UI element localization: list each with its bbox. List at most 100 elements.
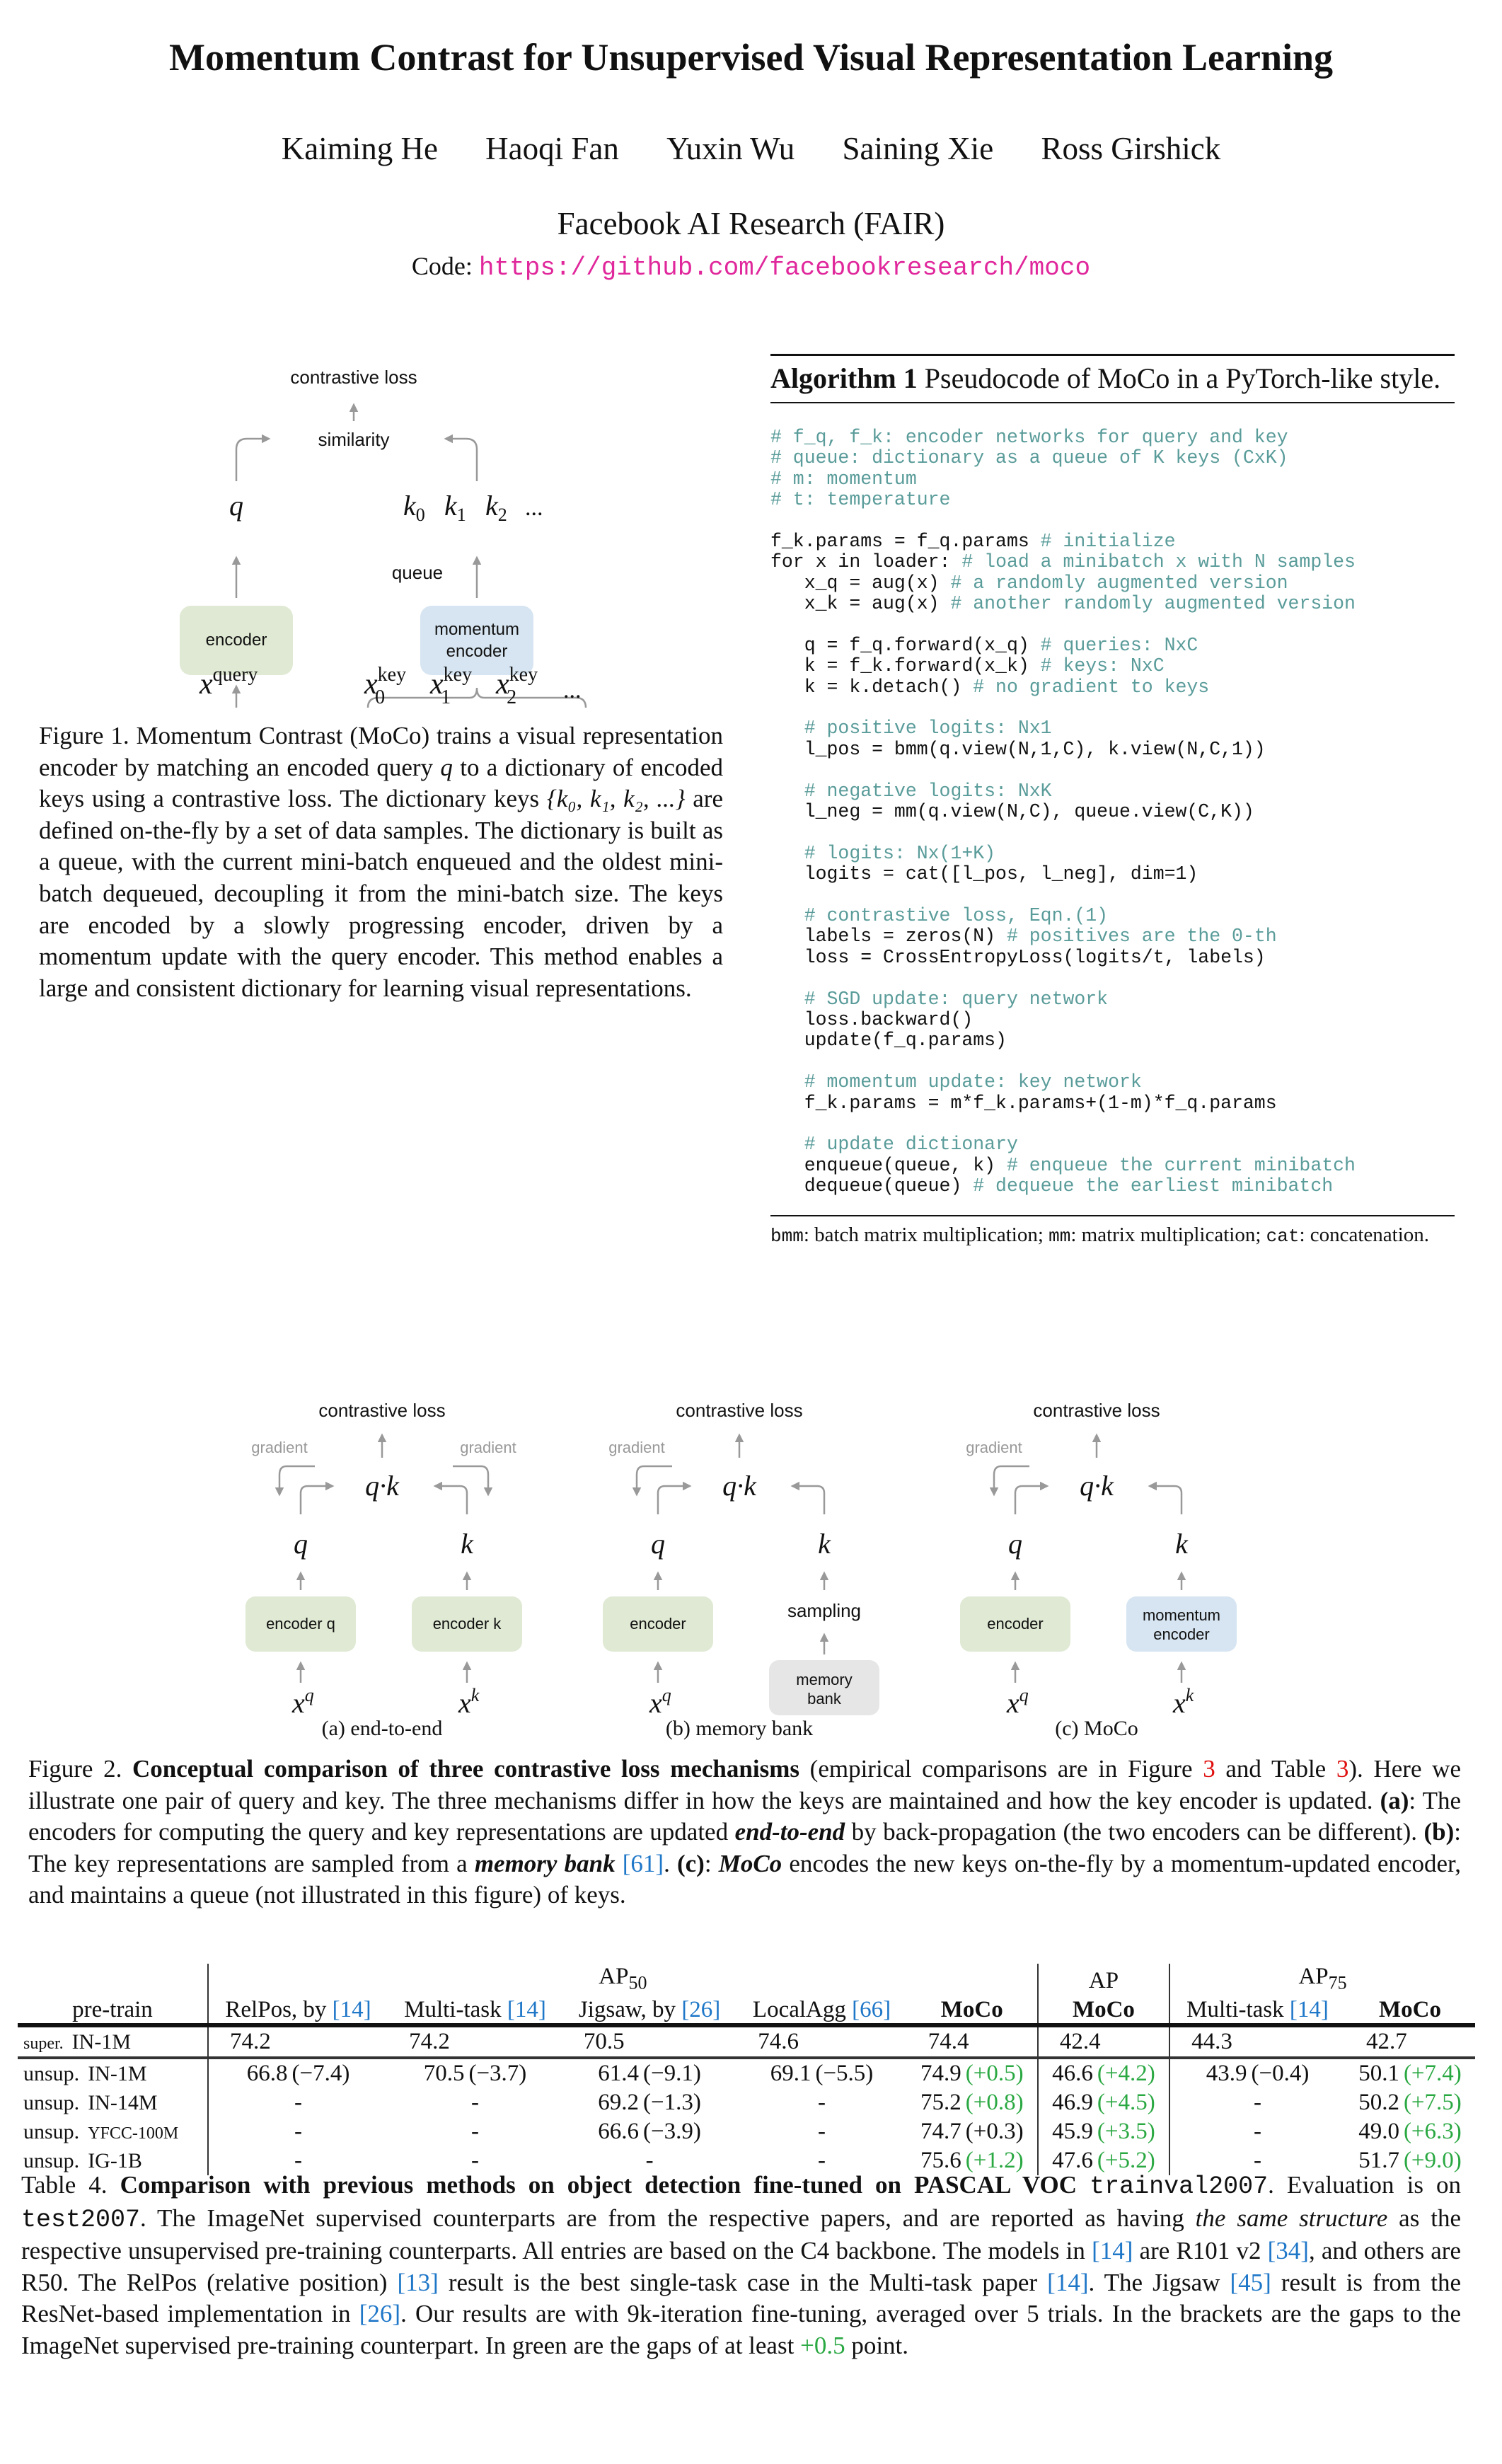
brace-icon bbox=[366, 687, 587, 708]
gap-value: (−1.3) bbox=[643, 2089, 701, 2115]
column-header-label: Multi-task bbox=[404, 1996, 507, 2022]
pretrain-kind: unsup. bbox=[23, 2090, 80, 2114]
value: 43.9 bbox=[1206, 2060, 1247, 2086]
value: 74.2 bbox=[229, 2028, 271, 2054]
value: - bbox=[294, 2118, 303, 2144]
arrow-icon bbox=[1014, 1481, 1049, 1514]
encoder-label: encoder bbox=[1153, 1625, 1210, 1643]
table4-caption: Table 4. Comparison with previous method… bbox=[21, 2170, 1461, 2362]
column-header-label: LocalAgg bbox=[752, 1996, 853, 2022]
svg-text:k2: k2 bbox=[485, 490, 507, 525]
gradient-label: gradient bbox=[608, 1439, 665, 1456]
caption-emphasis: end-to-end bbox=[734, 1818, 845, 1846]
gap-value: (−3.9) bbox=[643, 2118, 701, 2144]
citation-link[interactable]: [61] bbox=[623, 1850, 664, 1877]
code-label: Code: bbox=[411, 252, 473, 280]
citation-link[interactable]: [14] bbox=[1092, 2237, 1133, 2264]
author: Yuxin Wu bbox=[666, 131, 795, 166]
code-line: l_neg = mm(q.view(N,C), queue.view(C,K)) bbox=[770, 801, 1455, 822]
value-cell: - bbox=[736, 2088, 906, 2117]
value-cell: 74.4 bbox=[906, 2025, 1038, 2059]
keys-sequence: k0 k1 k2 ... bbox=[403, 490, 543, 525]
code-url-link[interactable]: https://github.com/facebookresearch/moco bbox=[479, 253, 1090, 282]
gap-value: (−7.4) bbox=[291, 2060, 350, 2086]
code-text: loss.backward() bbox=[770, 1008, 974, 1030]
caption-bold: Conceptual comparison of three contrasti… bbox=[132, 1755, 799, 1783]
gain-value: (+4.5) bbox=[1097, 2089, 1155, 2115]
value: 44.3 bbox=[1191, 2028, 1232, 2054]
caption-bold: (a) bbox=[1380, 1786, 1409, 1814]
momentum-encoder-box bbox=[1126, 1596, 1237, 1652]
value: 69.2 bbox=[598, 2089, 640, 2115]
table-ref-link[interactable]: 3 bbox=[1336, 1755, 1349, 1783]
code-line: x_k = aug(x) # another randomly augmente… bbox=[770, 593, 1455, 615]
pretrain-kind: super. bbox=[23, 2034, 64, 2053]
value-cell: 75.2 (+0.8) bbox=[907, 2088, 1038, 2117]
value: 74.7 bbox=[920, 2118, 961, 2144]
figure2-panel: contrastive loss gradient q·k q k encoder samp… bbox=[603, 1400, 879, 1740]
citation-link[interactable]: [14] bbox=[1047, 2269, 1088, 2296]
value-cell: - bbox=[736, 2117, 906, 2146]
column-header: MoCo bbox=[1344, 1993, 1475, 2027]
algorithm-title: Algorithm 1 Pseudocode of MoCo in a PyTo… bbox=[770, 356, 1455, 402]
table4: AP50 AP AP75 pre-train RelPos, by [14] Mul… bbox=[18, 1964, 1475, 2175]
citation-link[interactable]: [14] bbox=[507, 1997, 546, 2022]
citation-link[interactable]: [66] bbox=[852, 1997, 891, 2022]
citation-link[interactable]: [26] bbox=[681, 1997, 720, 2022]
citation-link[interactable]: [14] bbox=[333, 1997, 371, 2022]
caption-text: Table 4. bbox=[21, 2171, 120, 2199]
value: 66.8 bbox=[246, 2060, 288, 2086]
citation-link[interactable]: [14] bbox=[1290, 1997, 1329, 2022]
algorithm-caption: Pseudocode of MoCo in a PyTorch-like sty… bbox=[924, 362, 1441, 394]
code-text: update(f_q.params) bbox=[770, 1030, 1007, 1052]
code-comment: # positive logits: Nx1 bbox=[804, 718, 1052, 739]
gradient-arrow-icon bbox=[453, 1465, 493, 1497]
code-text: f_k.params = f_q.params bbox=[770, 530, 1041, 552]
code-text: k = k.detach() bbox=[770, 676, 974, 698]
author: Saining Xie bbox=[842, 131, 994, 166]
caption-text: Figure 2. bbox=[28, 1755, 133, 1783]
value: 74.4 bbox=[928, 2028, 969, 2054]
footnote-term: cat bbox=[1266, 1226, 1300, 1248]
code-comment: # contrastive loss, Eqn.(1) bbox=[804, 904, 1109, 926]
citation-link[interactable]: [13] bbox=[397, 2269, 438, 2296]
code-line: loss.backward() bbox=[770, 1008, 1455, 1030]
group-header-ap: AP bbox=[1036, 1964, 1170, 1994]
code-text: x_k = aug(x) bbox=[770, 593, 951, 615]
encoder-label: encoder k bbox=[433, 1615, 502, 1633]
momentum-encoder-label: momentum bbox=[434, 620, 519, 639]
arrow-icon bbox=[1148, 1481, 1183, 1514]
caption-bold: (c) bbox=[676, 1849, 705, 1877]
value-cell: 74.2 bbox=[207, 2025, 388, 2059]
figure-ref-link[interactable]: 3 bbox=[1203, 1755, 1215, 1783]
code-comment: # enqueue the current minibatch bbox=[1006, 1154, 1356, 1176]
citation-link[interactable]: [26] bbox=[359, 2300, 400, 2327]
column-header: Multi-task [14] bbox=[388, 1993, 562, 2027]
citation-link[interactable]: [34] bbox=[1268, 2237, 1309, 2264]
value-cell: 46.9 (+4.5) bbox=[1036, 2088, 1170, 2117]
x-q-input: xq bbox=[291, 1685, 314, 1719]
svg-text:k0: k0 bbox=[403, 490, 425, 525]
k-to-similarity-arrow bbox=[444, 434, 478, 481]
caption-bold: (b) bbox=[1423, 1818, 1455, 1846]
table-row: unsup. YFCC-100M - -66.6 (−3.9) -74.7 (+0.3) 45… bbox=[18, 2117, 1475, 2146]
value-cell: 66.6 (−3.9) bbox=[562, 2117, 736, 2146]
value: 70.5 bbox=[583, 2028, 625, 2054]
value: 75.2 bbox=[920, 2089, 961, 2115]
gain-value: (+6.3) bbox=[1403, 2118, 1462, 2144]
figure2-panel: contrastive loss gradient gradient q·k q k enc… bbox=[245, 1400, 522, 1740]
column-header-label: Jigsaw, by bbox=[578, 1996, 682, 2022]
citation-link[interactable]: [45] bbox=[1230, 2269, 1271, 2296]
code-line: x_q = aug(x) # a randomly augmented vers… bbox=[770, 572, 1455, 594]
code-comment: # another randomly augmented version bbox=[950, 593, 1356, 615]
value: - bbox=[818, 2118, 826, 2144]
gap-value: (−5.5) bbox=[815, 2060, 874, 2086]
value-cell: 66.8 (−7.4) bbox=[207, 2057, 388, 2088]
code-line: update(f_q.params) bbox=[770, 1030, 1455, 1051]
